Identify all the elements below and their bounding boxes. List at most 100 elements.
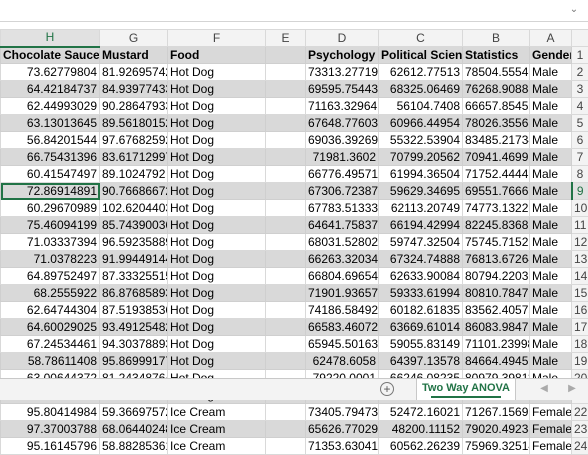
cell-food[interactable]: Hot Dog	[168, 353, 266, 370]
cell-psychology[interactable]: 69036.39269	[306, 132, 379, 149]
cell-psychology[interactable]: 65626.77029	[306, 421, 379, 438]
cell-chocolate-sauce[interactable]: 64.42184737	[1, 81, 100, 98]
row-header[interactable]: 4	[572, 98, 588, 115]
row-header[interactable]: 9	[572, 183, 588, 200]
cell-empty[interactable]	[266, 98, 306, 115]
cell-political-science[interactable]: 67324.74888	[379, 251, 463, 268]
row-header[interactable]: 10	[572, 200, 588, 217]
cell-political-science[interactable]: 60562.26239	[379, 438, 463, 455]
cell-mustard[interactable]: 59.36697572	[100, 404, 168, 421]
row-header[interactable]: 13	[572, 251, 588, 268]
cell-empty[interactable]	[266, 149, 306, 166]
column-header-a[interactable]: A	[530, 30, 572, 47]
cell-gender[interactable]: Male	[530, 353, 572, 370]
cell-mustard[interactable]: 93.49125482	[100, 319, 168, 336]
cell-statistics[interactable]: 66657.85452	[463, 98, 530, 115]
cell-statistics[interactable]: 74773.13226	[463, 200, 530, 217]
cell-food[interactable]: Hot Dog	[168, 285, 266, 302]
cell-chocolate-sauce[interactable]: 68.2555922	[1, 285, 100, 302]
cell-chocolate-sauce[interactable]: 60.41547497	[1, 166, 100, 183]
row-header[interactable]: 16	[572, 302, 588, 319]
cell-empty[interactable]	[266, 421, 306, 438]
cell-gender[interactable]: Female	[530, 404, 572, 421]
cell-mustard[interactable]: 87.51938536	[100, 302, 168, 319]
cell-political-science[interactable]: 62113.20749	[379, 200, 463, 217]
cell-psychology[interactable]: 65945.50163	[306, 336, 379, 353]
cell-food[interactable]: Hot Dog	[168, 200, 266, 217]
cell-political-science[interactable]: 60966.44954	[379, 115, 463, 132]
cell-political-science[interactable]: 66194.42994	[379, 217, 463, 234]
cell-psychology[interactable]: 69595.75443	[306, 81, 379, 98]
cell-statistics[interactable]: 78504.5554	[463, 64, 530, 81]
row-header[interactable]: 8	[572, 166, 588, 183]
cell-mustard[interactable]: 90.76686672	[100, 183, 168, 200]
cell-gender[interactable]: Female	[530, 421, 572, 438]
column-header-b[interactable]: B	[463, 30, 530, 47]
cell-empty[interactable]	[266, 353, 306, 370]
cell-gender[interactable]: Female	[530, 438, 572, 455]
row-header[interactable]: 2	[572, 64, 588, 81]
cell-food[interactable]: Hot Dog	[168, 132, 266, 149]
cell-food[interactable]: Ice Cream	[168, 421, 266, 438]
select-all-corner[interactable]	[572, 30, 588, 47]
cell-statistics[interactable]: 71267.15692	[463, 404, 530, 421]
row-header[interactable]: 11	[572, 217, 588, 234]
column-header-g[interactable]: G	[100, 30, 168, 47]
cell-psychology[interactable]: 71901.93657	[306, 285, 379, 302]
row-header[interactable]: 23	[572, 421, 588, 438]
cell-food[interactable]: Hot Dog	[168, 217, 266, 234]
cell-empty[interactable]	[266, 336, 306, 353]
cell-chocolate-sauce[interactable]: 64.89752497	[1, 268, 100, 285]
row-header[interactable]: 19	[572, 353, 588, 370]
cell-statistics[interactable]: 75745.71526	[463, 234, 530, 251]
sheet-tab-two-way-anova[interactable]: Two Way ANOVA	[416, 379, 516, 400]
cell-mustard[interactable]: 97.67682592	[100, 132, 168, 149]
row-header[interactable]: 1	[572, 47, 588, 64]
row-header[interactable]: 17	[572, 319, 588, 336]
cell-psychology[interactable]: 66804.69654	[306, 268, 379, 285]
cell-mustard[interactable]: 81.92695742	[100, 64, 168, 81]
cell-mustard[interactable]: 89.1024792	[100, 166, 168, 183]
cell-empty[interactable]	[266, 132, 306, 149]
cell-food[interactable]: Hot Dog	[168, 336, 266, 353]
cell-food[interactable]: Hot Dog	[168, 319, 266, 336]
row-header[interactable]: 12	[572, 234, 588, 251]
cell-gender[interactable]: Male	[530, 81, 572, 98]
cell-food[interactable]: Hot Dog	[168, 268, 266, 285]
cell-psychology[interactable]: 73405.79473	[306, 404, 379, 421]
cell-gender[interactable]: Male	[530, 285, 572, 302]
cell-gender[interactable]: Male	[530, 132, 572, 149]
cell-political-science[interactable]: 59747.32504	[379, 234, 463, 251]
cell-political-science[interactable]: 62633.90084	[379, 268, 463, 285]
cell-gender[interactable]: Male	[530, 302, 572, 319]
row-header[interactable]: 18	[572, 336, 588, 353]
cell-food[interactable]: Hot Dog	[168, 251, 266, 268]
cell-statistics[interactable]: 83562.40575	[463, 302, 530, 319]
row-header[interactable]: 14	[572, 268, 588, 285]
cell-food[interactable]: Hot Dog	[168, 149, 266, 166]
cell-food[interactable]: Hot Dog	[168, 183, 266, 200]
cell-political-science[interactable]: 56104.7408	[379, 98, 463, 115]
cell-empty[interactable]	[266, 115, 306, 132]
row-header[interactable]: 5	[572, 115, 588, 132]
cell-political-science[interactable]: 48200.11152	[379, 421, 463, 438]
cell-psychology[interactable]: 62478.6058	[306, 353, 379, 370]
cell-food[interactable]: Hot Dog	[168, 302, 266, 319]
cell-gender[interactable]: Male	[530, 268, 572, 285]
cell-statistics[interactable]: 79020.49238	[463, 421, 530, 438]
header-cell-chocolate-sauce[interactable]: Chocolate Sauce	[1, 47, 100, 64]
column-header-f[interactable]: F	[168, 30, 266, 47]
cell-mustard[interactable]: 87.33325515	[100, 268, 168, 285]
cell-political-science[interactable]: 52472.16021	[379, 404, 463, 421]
cell-psychology[interactable]: 67648.77603	[306, 115, 379, 132]
cell-gender[interactable]: Male	[530, 251, 572, 268]
cell-statistics[interactable]: 82245.83681	[463, 217, 530, 234]
cell-political-science[interactable]: 59055.83149	[379, 336, 463, 353]
cell-chocolate-sauce[interactable]: 62.64744304	[1, 302, 100, 319]
cell-political-science[interactable]: 61994.36504	[379, 166, 463, 183]
cell-food[interactable]: Hot Dog	[168, 98, 266, 115]
row-header[interactable]: 3	[572, 81, 588, 98]
cell-gender[interactable]: Male	[530, 149, 572, 166]
cell-chocolate-sauce[interactable]: 62.44993029	[1, 98, 100, 115]
cell-empty[interactable]	[266, 404, 306, 421]
